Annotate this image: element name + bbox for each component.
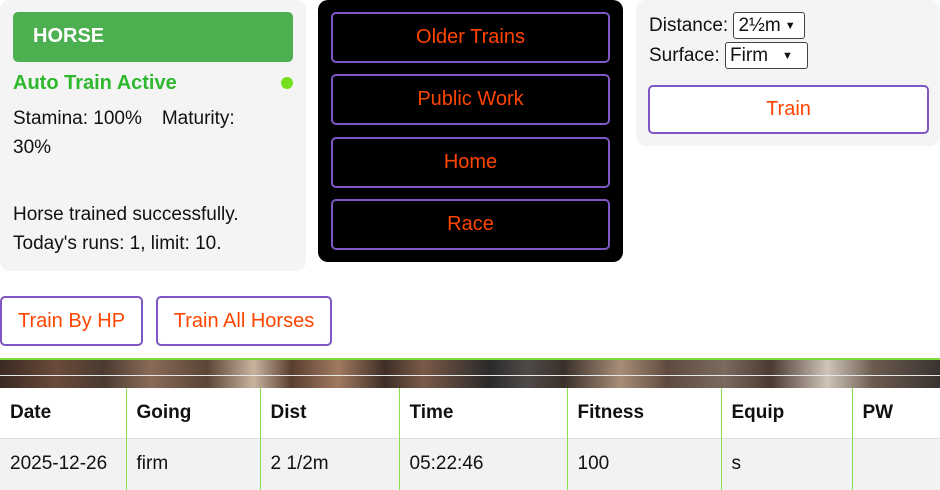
train-button[interactable]: Train (648, 85, 929, 134)
distance-label: Distance: (649, 15, 729, 36)
surface-select[interactable]: Firm ▼ (725, 42, 809, 70)
table-header-row: Date Going Dist Time Fitness Equip PW (0, 388, 940, 438)
cell-dist: 2 1/2m (260, 437, 400, 490)
home-button[interactable]: Home (331, 137, 610, 188)
runs-table: Date Going Dist Time Fitness Equip PW 20… (0, 388, 940, 490)
chevron-down-icon: ▼ (784, 20, 796, 33)
train-by-hp-button[interactable]: Train By HP (0, 296, 143, 346)
maturity-label: Maturity: (161, 108, 235, 129)
train-all-horses-button[interactable]: Train All Horses (156, 296, 332, 346)
surface-row: Surface: Firm ▼ (649, 42, 809, 70)
horse-stats: Stamina: 100% Maturity: 30% (13, 104, 293, 162)
header-time: Time (399, 388, 568, 438)
surface-label: Surface: (649, 45, 720, 66)
cell-date: 2025-12-26 (0, 437, 127, 490)
auto-train-row: Auto Train Active (13, 70, 293, 96)
cell-going: firm (126, 437, 261, 490)
header-equip: Equip (721, 388, 853, 438)
banner-image (0, 358, 940, 388)
header-fitness: Fitness (567, 388, 722, 438)
chevron-down-icon: ▼ (782, 50, 793, 63)
cell-fitness: 100 (567, 437, 722, 490)
auto-train-status: Auto Train Active (13, 72, 177, 94)
distance-value: 2½m (738, 15, 781, 37)
public-work-button[interactable]: Public Work (331, 74, 610, 125)
cell-time: 05:22:46 (399, 437, 568, 490)
train-panel: Distance: 2½m ▼ Surface: Firm ▼ Train (636, 0, 940, 146)
maturity-value: 30% (13, 137, 52, 158)
status-panel: HORSE Auto Train Active Stamina: 100% Mat… (0, 0, 306, 271)
race-button[interactable]: Race (331, 199, 610, 250)
cell-pw (852, 437, 940, 490)
stamina-text: Stamina: 100% (13, 108, 142, 129)
header-dist: Dist (260, 388, 400, 438)
header-going: Going (126, 388, 261, 438)
distance-select[interactable]: 2½m ▼ (733, 12, 806, 40)
active-indicator-icon (281, 77, 293, 89)
cell-equip: s (721, 437, 853, 490)
table-row: 2025-12-26 firm 2 1/2m 05:22:46 100 s (0, 437, 940, 490)
nav-panel: Older Trains Public Work Home Race (318, 0, 623, 262)
older-trains-button[interactable]: Older Trains (331, 12, 610, 63)
status-message: Horse trained successfully. Today's runs… (13, 200, 298, 258)
message-line-runs: Today's runs: 1, limit: 10. (13, 233, 222, 254)
distance-row: Distance: 2½m ▼ (649, 12, 806, 40)
header-date: Date (0, 388, 127, 438)
horse-header: HORSE (13, 12, 293, 62)
message-line-result: Horse trained successfully. (13, 204, 239, 225)
banner-divider (0, 375, 940, 376)
header-pw: PW (852, 388, 940, 438)
surface-value: Firm (730, 45, 769, 67)
